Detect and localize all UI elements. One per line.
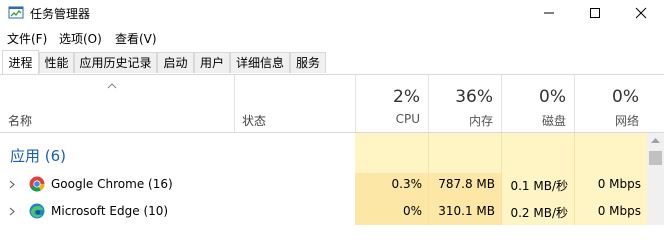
menu-bar: 文件(F) 选项(O) 查看(V) <box>0 26 664 48</box>
tab-performance[interactable]: 性能 <box>39 52 74 73</box>
tab-bar: 进程 性能 应用历史记录 启动 用户 详细信息 服务 <box>0 49 664 75</box>
minimize-icon <box>544 12 554 14</box>
tab-processes[interactable]: 进程 <box>2 50 39 74</box>
tab-startup[interactable]: 启动 <box>157 52 194 73</box>
scroll-up-icon[interactable] <box>651 138 660 144</box>
header-status[interactable]: 状态 <box>234 75 355 132</box>
tab-details[interactable]: 详细信息 <box>230 52 290 73</box>
process-network: 0 Mbps <box>597 204 641 218</box>
window-title: 任务管理器 <box>30 7 91 21</box>
process-memory: 310.1 MB <box>438 204 495 218</box>
edge-icon <box>29 203 45 219</box>
menu-options[interactable]: 选项(O) <box>59 30 102 47</box>
tab-app-history[interactable]: 应用历史记录 <box>74 52 157 73</box>
header-cpu[interactable]: 2% CPU <box>355 75 428 132</box>
column-header: 名称 状态 2% CPU 36% 内存 0% 磁盘 0% 网络 <box>0 75 664 133</box>
maximize-button[interactable] <box>572 0 618 26</box>
header-disk[interactable]: 0% 磁盘 <box>501 75 574 132</box>
scrollbar-thumb[interactable] <box>649 151 662 165</box>
process-memory: 787.8 MB <box>438 177 495 191</box>
process-cpu: 0% <box>402 204 422 218</box>
process-row-edge[interactable]: Microsoft Edge (10) 0% 310.1 MB 0.2 MB/秒… <box>0 198 647 225</box>
network-percent: 0% <box>612 87 639 107</box>
minimize-button[interactable] <box>526 0 572 26</box>
menu-view[interactable]: 查看(V) <box>115 30 157 47</box>
disk-percent: 0% <box>539 87 566 107</box>
process-disk: 0.1 MB/秒 <box>510 179 568 193</box>
title-bar: 任务管理器 <box>0 0 664 26</box>
tab-users[interactable]: 用户 <box>194 52 230 73</box>
close-icon <box>635 7 647 19</box>
process-cpu: 0.3% <box>391 177 423 191</box>
process-network: 0 Mbps <box>597 177 641 191</box>
header-name[interactable]: 名称 <box>0 75 234 132</box>
process-name: Google Chrome (16) <box>51 177 173 191</box>
chevron-right-icon[interactable] <box>9 180 15 189</box>
header-status-label: 状态 <box>242 114 267 128</box>
chrome-icon <box>29 176 45 192</box>
header-network[interactable]: 0% 网络 <box>574 75 647 132</box>
process-name: Microsoft Edge (10) <box>51 204 169 218</box>
vertical-scrollbar[interactable] <box>647 133 664 225</box>
menu-file[interactable]: 文件(F) <box>7 30 47 47</box>
cpu-percent: 2% <box>393 87 420 107</box>
tab-services[interactable]: 服务 <box>290 52 326 73</box>
disk-label: 磁盘 <box>541 114 566 128</box>
process-list: 应用 (6) Google Chrome (16) 0.3% 787.8 MB … <box>0 133 647 225</box>
close-button[interactable] <box>618 0 664 26</box>
maximize-icon <box>590 8 600 18</box>
process-disk: 0.2 MB/秒 <box>510 206 568 220</box>
memory-percent: 36% <box>455 87 493 107</box>
chevron-right-icon[interactable] <box>9 207 15 216</box>
group-apps-label[interactable]: 应用 (6) <box>10 145 66 166</box>
header-name-label: 名称 <box>8 114 33 128</box>
header-memory[interactable]: 36% 内存 <box>428 75 501 132</box>
sort-ascending-icon <box>107 83 117 89</box>
task-manager-icon <box>8 5 24 21</box>
process-row-chrome[interactable]: Google Chrome (16) 0.3% 787.8 MB 0.1 MB/… <box>0 171 647 198</box>
network-label: 网络 <box>614 114 639 128</box>
memory-label: 内存 <box>468 114 493 128</box>
cpu-label: CPU <box>395 112 420 126</box>
